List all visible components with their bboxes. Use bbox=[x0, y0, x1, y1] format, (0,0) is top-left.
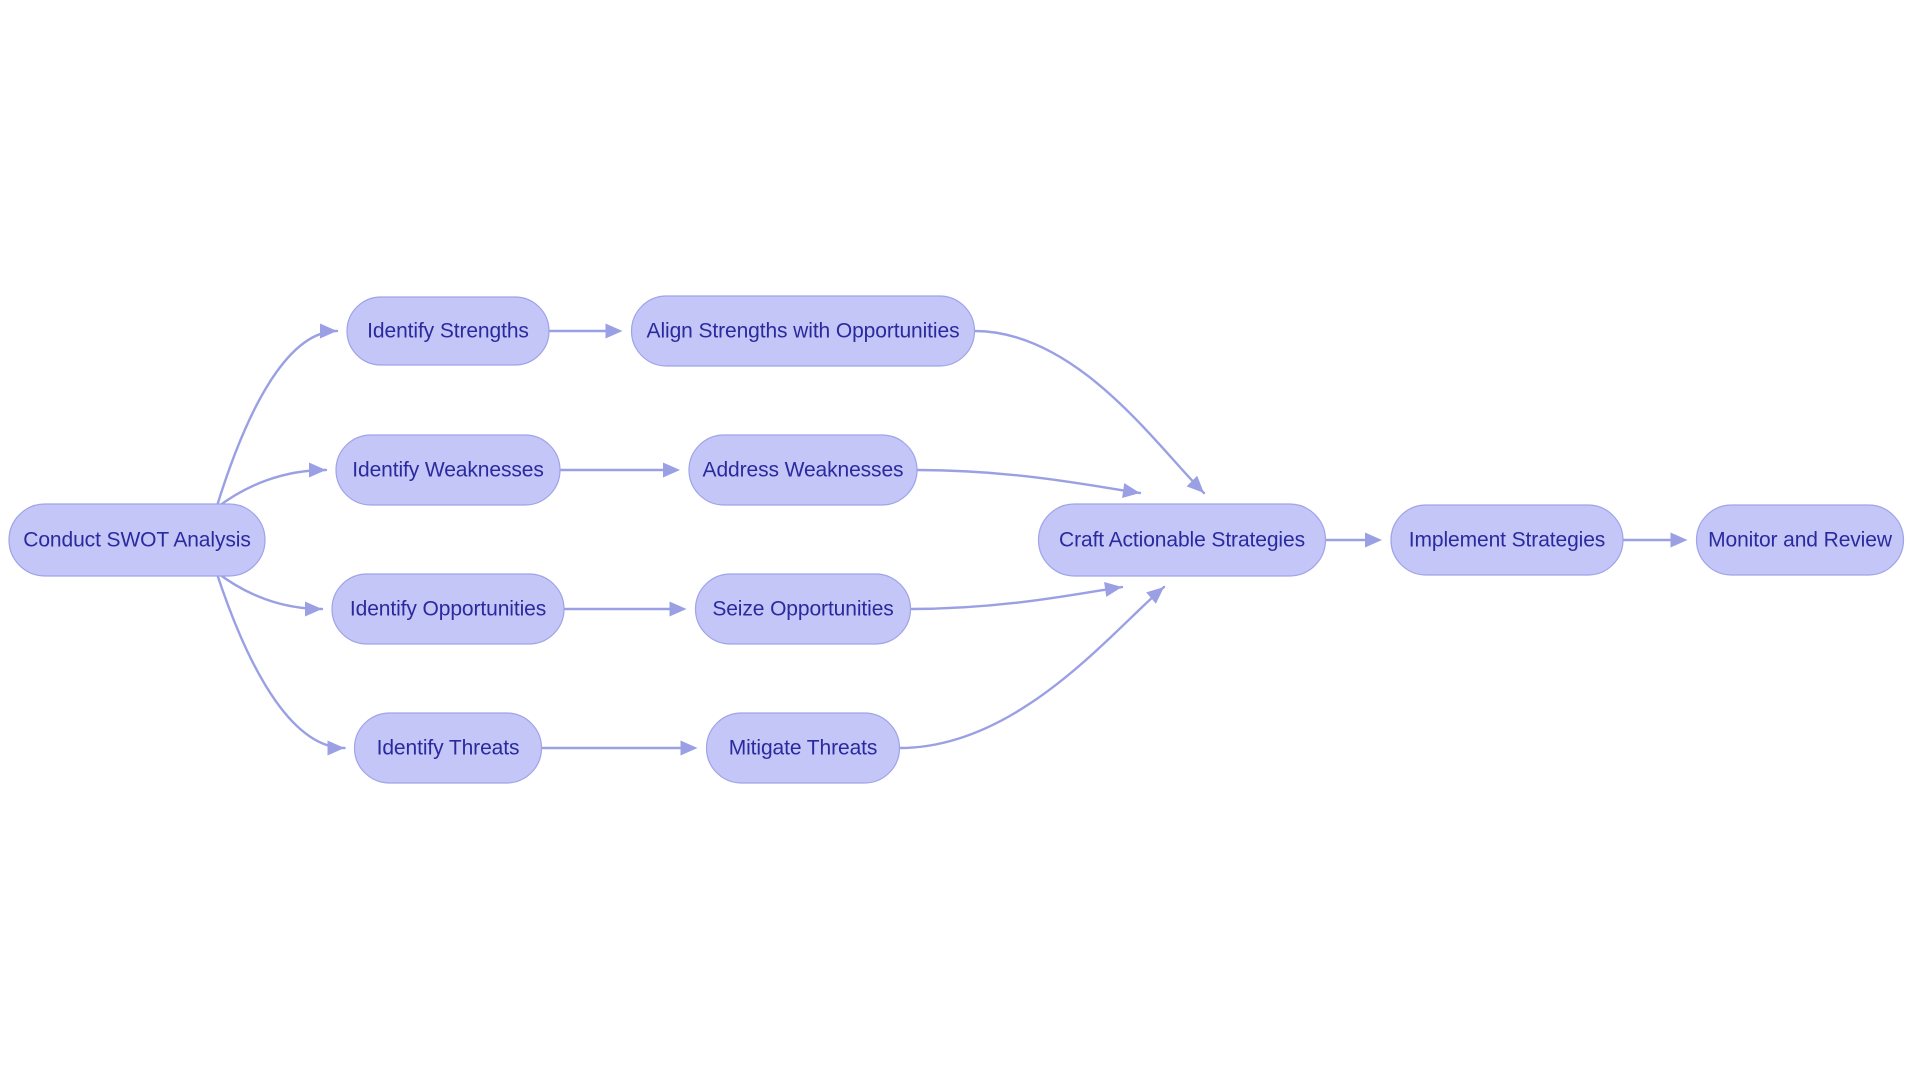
flowchart-canvas: Conduct SWOT Analysis Identify Strengths I… bbox=[0, 0, 1920, 1080]
arrowhead-icon bbox=[605, 323, 623, 339]
arrowhead-icon bbox=[1122, 483, 1140, 498]
node-implement-strategies[interactable]: Implement Strategies bbox=[1390, 504, 1624, 576]
edge-swot-to-threats bbox=[215, 570, 346, 756]
node-shape[interactable] bbox=[1037, 503, 1327, 577]
node-shape[interactable] bbox=[331, 573, 565, 645]
edge-align-to-craft bbox=[973, 329, 1206, 495]
arrowhead-icon bbox=[327, 740, 345, 756]
edge-weaknesses-to-address bbox=[558, 462, 680, 478]
edge-implement-to-monitor bbox=[1621, 532, 1688, 548]
node-conduct-swot-analysis[interactable]: Conduct SWOT Analysis bbox=[8, 503, 266, 577]
edge-swot-to-opportunities bbox=[215, 570, 324, 617]
node-address-weaknesses[interactable]: Address Weaknesses bbox=[688, 434, 918, 506]
node-shape[interactable] bbox=[1390, 504, 1624, 576]
node-mitigate-threats[interactable]: Mitigate Threats bbox=[705, 712, 901, 784]
node-shape[interactable] bbox=[335, 434, 561, 506]
edge-line bbox=[973, 329, 1206, 495]
node-identify-strengths[interactable]: Identify Strengths bbox=[346, 296, 550, 366]
node-seize-opportunities[interactable]: Seize Opportunities bbox=[694, 573, 912, 645]
edge-mitigate-to-craft bbox=[898, 585, 1166, 750]
edge-opportunities-to-seize bbox=[562, 601, 687, 617]
node-identify-threats[interactable]: Identify Threats bbox=[353, 712, 543, 784]
edge-address-to-craft bbox=[915, 468, 1142, 498]
node-identify-weaknesses[interactable]: Identify Weaknesses bbox=[335, 434, 561, 506]
node-shape[interactable] bbox=[353, 712, 543, 784]
edge-seize-to-craft bbox=[909, 582, 1124, 611]
arrowhead-icon bbox=[663, 462, 680, 478]
arrowhead-icon bbox=[1104, 582, 1122, 597]
node-shape[interactable] bbox=[694, 573, 912, 645]
arrowhead-icon bbox=[309, 462, 326, 478]
arrowhead-icon bbox=[680, 740, 698, 756]
node-shape[interactable] bbox=[630, 295, 976, 367]
edge-line bbox=[898, 585, 1166, 750]
arrowhead-icon bbox=[669, 601, 687, 617]
edge-swot-to-strengths bbox=[215, 323, 339, 510]
edge-line bbox=[215, 329, 339, 510]
arrowhead-icon bbox=[320, 323, 337, 339]
edge-line bbox=[915, 468, 1142, 495]
flowchart-svg: Conduct SWOT Analysis Identify Strengths I… bbox=[8, 295, 1905, 784]
node-align-strengths-with-opportunities[interactable]: Align Strengths with Opportunities bbox=[630, 295, 976, 367]
arrowhead-icon bbox=[1670, 532, 1688, 548]
node-shape[interactable] bbox=[346, 296, 550, 366]
edge-craft-to-implement bbox=[1324, 532, 1382, 548]
node-monitor-and-review[interactable]: Monitor and Review bbox=[1695, 504, 1905, 576]
node-shape[interactable] bbox=[8, 503, 266, 577]
arrowhead-icon bbox=[1365, 532, 1382, 548]
node-shape[interactable] bbox=[1695, 504, 1905, 576]
node-shape[interactable] bbox=[688, 434, 918, 506]
edge-swot-to-weaknesses bbox=[215, 462, 328, 510]
edge-line bbox=[909, 585, 1124, 611]
node-craft-actionable-strategies[interactable]: Craft Actionable Strategies bbox=[1037, 503, 1327, 577]
node-shape[interactable] bbox=[705, 712, 901, 784]
edge-threats-to-mitigate bbox=[540, 740, 698, 756]
edge-strengths-to-align bbox=[547, 323, 623, 339]
arrowhead-icon bbox=[305, 601, 322, 617]
edge-line bbox=[215, 570, 346, 750]
node-identify-opportunities[interactable]: Identify Opportunities bbox=[331, 573, 565, 645]
nodes-layer: Conduct SWOT Analysis Identify Strengths I… bbox=[8, 295, 1905, 784]
